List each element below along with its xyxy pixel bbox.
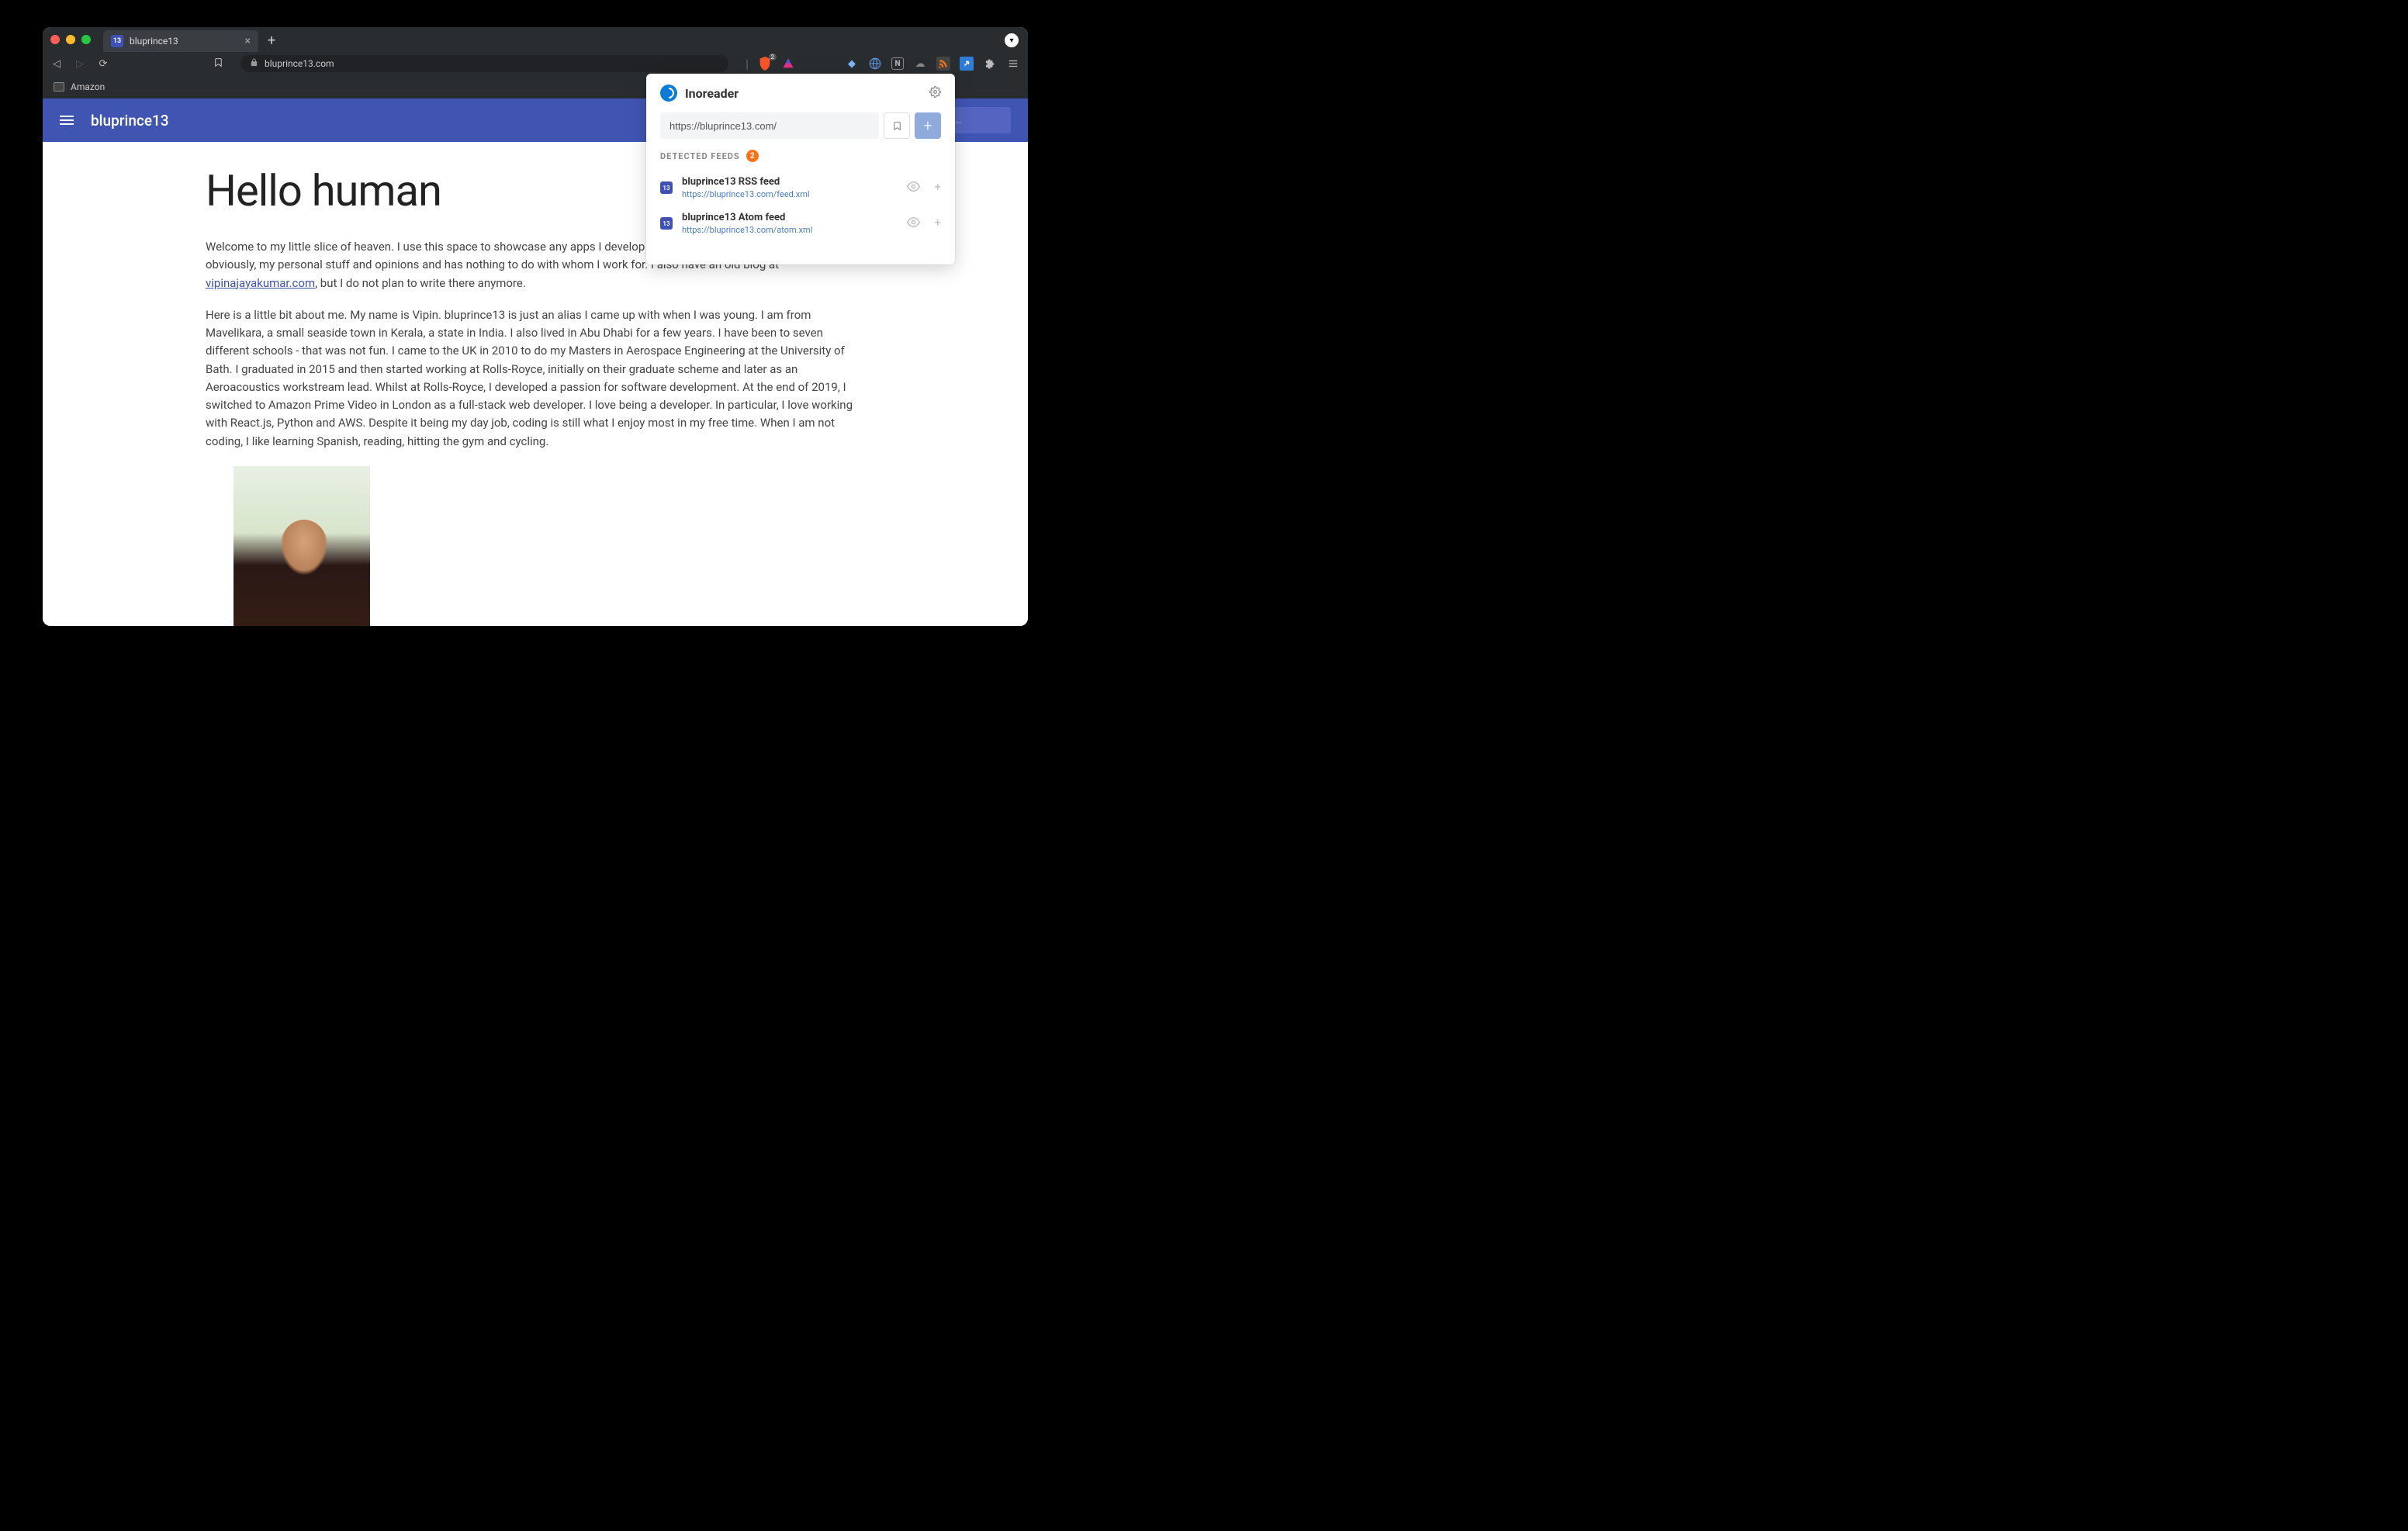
folder-icon: [54, 82, 64, 92]
feed-url: https://bluprince13.com/feed.xml: [682, 189, 898, 199]
tab-overview-button[interactable]: ▾: [1005, 33, 1019, 47]
popup-bookmark-button[interactable]: [884, 112, 910, 139]
inoreader-popup: Inoreader + DETECTED FEEDS 2 13 bluprinc…: [646, 74, 955, 264]
lock-icon: [250, 58, 258, 69]
feed-url: https://bluprince13.com/atom.xml: [682, 225, 898, 235]
extension-inoreader-icon[interactable]: [936, 57, 950, 71]
shields-count-badge: 2: [769, 54, 777, 60]
preview-feed-button[interactable]: [907, 180, 920, 196]
popup-header: Inoreader: [646, 74, 955, 112]
detected-feeds-label: DETECTED FEEDS: [660, 151, 740, 161]
settings-button[interactable]: [929, 86, 941, 101]
extension-globe-icon[interactable]: [868, 57, 882, 71]
bio-paragraph: Here is a little bit about me. My name i…: [206, 306, 865, 451]
extension-icons: | 2 ◆ N ☁: [746, 57, 1020, 71]
feed-title: bluprince13 RSS feed: [682, 176, 898, 188]
back-button[interactable]: ◁: [50, 58, 63, 70]
old-blog-link[interactable]: vipinajayakumar.com: [206, 276, 315, 290]
browser-window: 13 bluprince13 × + ▾ ◁ ▷ ⟳ bluprince13.c…: [43, 27, 1028, 626]
popup-add-button[interactable]: +: [915, 112, 941, 139]
url-text: bluprince13.com: [265, 58, 334, 69]
window-controls: [50, 35, 91, 44]
feed-favicon: 13: [660, 181, 673, 194]
extension-cloud-icon[interactable]: ☁: [913, 57, 927, 71]
reload-button[interactable]: ⟳: [97, 58, 109, 70]
extension-crystal-icon[interactable]: ◆: [845, 57, 859, 71]
feed-title: bluprince13 Atom feed: [682, 212, 898, 223]
preview-feed-button[interactable]: [907, 216, 920, 232]
toolbar: ◁ ▷ ⟳ bluprince13.com | 2 ◆ N: [43, 52, 1028, 75]
tab-favicon: 13: [111, 35, 123, 47]
close-window-button[interactable]: [50, 35, 60, 44]
subscribe-feed-button[interactable]: +: [934, 180, 941, 196]
titlebar: 13 bluprince13 × + ▾: [43, 27, 1028, 52]
popup-title: Inoreader: [685, 86, 739, 101]
bookmark-item[interactable]: Amazon: [71, 81, 105, 92]
extension-expand-icon[interactable]: [960, 57, 974, 71]
feed-item[interactable]: 13 bluprince13 Atom feed https://bluprin…: [646, 206, 955, 241]
minimize-window-button[interactable]: [66, 35, 75, 44]
extension-notion-icon[interactable]: N: [891, 57, 904, 70]
inoreader-logo-icon: [660, 85, 677, 102]
popup-url-input[interactable]: [660, 112, 879, 139]
browser-tab[interactable]: 13 bluprince13 ×: [103, 30, 258, 52]
brave-shields-icon[interactable]: 2: [758, 57, 772, 71]
feed-favicon: 13: [660, 217, 673, 230]
forward-button[interactable]: ▷: [74, 58, 86, 70]
detected-count-badge: 2: [746, 150, 759, 162]
maximize-window-button[interactable]: [81, 35, 91, 44]
close-tab-button[interactable]: ×: [245, 36, 251, 47]
address-bar[interactable]: bluprince13.com: [240, 55, 728, 72]
tab-title: bluprince13: [130, 36, 178, 47]
new-tab-button[interactable]: +: [268, 33, 275, 49]
extensions-menu-icon[interactable]: [983, 57, 997, 71]
feed-item[interactable]: 13 bluprince13 RSS feed https://bluprinc…: [646, 170, 955, 206]
subscribe-feed-button[interactable]: +: [934, 216, 941, 232]
brave-rewards-icon[interactable]: [781, 57, 795, 71]
browser-menu-button[interactable]: [1006, 57, 1020, 71]
profile-photo: [234, 466, 370, 626]
hamburger-menu-button[interactable]: [60, 116, 74, 125]
site-title[interactable]: bluprince13: [91, 112, 169, 130]
bookmark-page-button[interactable]: [213, 57, 223, 71]
